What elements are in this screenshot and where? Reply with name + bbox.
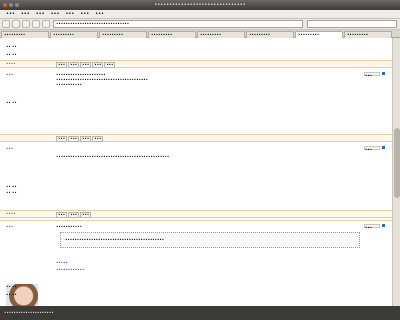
reload-icon[interactable] (22, 20, 30, 28)
title-bar: ••••••••••••••••••••••••••••••• (0, 0, 400, 10)
report-icon[interactable] (382, 224, 385, 227)
report-icon[interactable] (382, 146, 385, 149)
post-header-label: •••• (6, 211, 16, 216)
author-info: •• •• (6, 100, 52, 105)
author-name[interactable]: ••• (6, 224, 13, 229)
post-divider (0, 220, 392, 221)
post-action-buttons: ••• ••• ••• ••• (56, 136, 104, 142)
window-title: ••••••••••••••••••••••••••••••• (154, 2, 246, 8)
browser-tab[interactable]: ••••••••• (1, 30, 49, 38)
post-body: ••••••••••• (56, 224, 356, 229)
menu-item[interactable]: ••• (21, 11, 30, 17)
author-name[interactable]: ••• (6, 72, 13, 77)
search-input[interactable] (307, 20, 397, 28)
info-line: •• •• (6, 190, 17, 195)
menu-item[interactable]: ••• (6, 11, 15, 17)
post-body: ••••••••••••••••••••• ••••••••••••••••••… (56, 72, 356, 87)
info-line: •• •• (6, 100, 17, 105)
quote-button[interactable]: ••• (364, 146, 380, 152)
signature-link[interactable]: •••••••••••• (56, 267, 256, 272)
action-button[interactable]: ••• (56, 136, 68, 142)
action-button[interactable]: ••• (80, 62, 92, 68)
browser-tab[interactable]: ••••••••• (246, 30, 294, 38)
tab-bar: ••••••••• ••••••••• ••••••••• ••••••••• … (0, 30, 400, 38)
quote-text: ••••••••••••••••••••••••••••••••••••••••… (65, 237, 165, 242)
post-line: ••••••••••• (56, 224, 82, 229)
post-action-buttons: ••• ••• ••• (56, 212, 92, 218)
post-body: ••••••••••••••••••••••••••••••••••••••••… (56, 154, 356, 159)
action-button[interactable]: ••• (92, 136, 104, 142)
minimize-icon[interactable] (9, 3, 13, 7)
page-content: •• •• •• •• •••• ••• ••• ••• ••• ••• ••• •••… (0, 38, 392, 306)
info-line: •• •• (6, 284, 17, 289)
quote-block: ••••••••••••••••••••••••••••••••••••••••… (60, 232, 360, 248)
post-footer-band: •••• ••• ••• ••• (0, 210, 392, 218)
link-text[interactable]: ••••• (56, 260, 68, 265)
stop-icon[interactable] (32, 20, 40, 28)
report-icon[interactable] (382, 72, 385, 75)
browser-tab[interactable]: ••••••••• (344, 30, 392, 38)
menu-item[interactable]: ••• (36, 11, 45, 17)
author-info: •• •• (6, 190, 52, 195)
close-icon[interactable] (3, 3, 7, 7)
action-button[interactable]: ••• (68, 62, 80, 68)
author-info: •• •• (6, 284, 52, 289)
info-line: •• •• (6, 184, 17, 189)
quote-button[interactable]: ••• (364, 72, 380, 78)
link-text[interactable]: •••••••••••• (56, 267, 84, 272)
scrollbar-thumb[interactable] (394, 128, 400, 198)
action-button[interactable]: ••• (68, 136, 80, 142)
post-line: ••••••••••• (56, 82, 82, 87)
action-button[interactable]: ••• (92, 62, 104, 68)
menu-item[interactable]: ••• (65, 11, 74, 17)
action-button[interactable]: ••• (56, 212, 68, 218)
action-button[interactable]: ••• (80, 136, 92, 142)
menu-item[interactable]: ••• (51, 11, 60, 17)
navigation-toolbar: ••••••••••••••••••••••••••••••• (0, 19, 400, 30)
back-icon[interactable] (2, 20, 10, 28)
post-author: ••• (6, 72, 46, 77)
home-icon[interactable] (42, 20, 50, 28)
meta-line: •• •• (6, 44, 17, 49)
post-line: ••••••••••••••••••••••••••••••••••••••••… (56, 154, 170, 159)
post-header-band: •••• ••• ••• ••• ••• ••• (0, 60, 392, 68)
signature-link[interactable]: ••••• (56, 260, 256, 265)
maximize-icon[interactable] (15, 3, 19, 7)
quote-button[interactable]: ••• (364, 224, 380, 230)
post-footer-band: ••• ••• ••• ••• (0, 134, 392, 142)
browser-tab[interactable]: ••••••••• (50, 30, 98, 38)
post-meta-text: •• •• (6, 52, 392, 57)
post-action-buttons: ••• ••• ••• ••• ••• (56, 62, 116, 68)
post-author: ••• (6, 224, 46, 229)
status-text: ••••••••••••••••••••• (4, 310, 54, 315)
post-author: ••• (6, 146, 46, 151)
url-bar[interactable]: ••••••••••••••••••••••••••••••• (53, 20, 303, 28)
author-info: •• •• (6, 184, 52, 189)
author-name[interactable]: ••• (6, 146, 13, 151)
browser-tab[interactable]: ••••••••• (197, 30, 245, 38)
action-button[interactable]: ••• (68, 212, 80, 218)
action-button[interactable]: ••• (56, 62, 68, 68)
post-header-label: •••• (6, 61, 16, 66)
info-line: •• •• (6, 292, 17, 297)
browser-tab-active[interactable]: ••••••••• (295, 30, 343, 38)
status-bar: ••••••••••••••••••••• (0, 306, 400, 320)
vertical-scrollbar[interactable] (392, 38, 400, 306)
meta-line: •• •• (6, 52, 17, 57)
browser-tab[interactable]: ••••••••• (148, 30, 196, 38)
post-meta-text: •• •• (6, 44, 392, 49)
author-info: •• •• (6, 292, 52, 297)
action-button[interactable]: ••• (104, 62, 116, 68)
browser-tab[interactable]: ••••••••• (99, 30, 147, 38)
forward-icon[interactable] (12, 20, 20, 28)
menu-item[interactable]: ••• (95, 11, 104, 17)
menu-bar: ••• ••• ••• ••• ••• ••• ••• (0, 10, 400, 19)
menu-item[interactable]: ••• (80, 11, 89, 17)
action-button[interactable]: ••• (80, 212, 92, 218)
